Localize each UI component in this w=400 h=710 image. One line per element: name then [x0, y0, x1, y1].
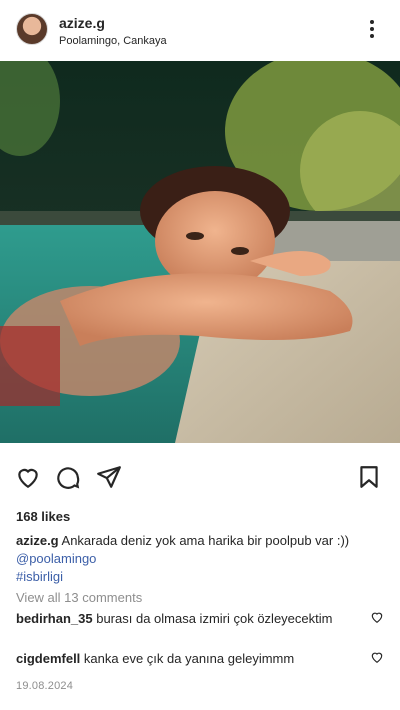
share-icon[interactable] — [96, 464, 122, 490]
comment-icon[interactable] — [55, 464, 81, 490]
comment-text: kanka eve çık da yanına geleyimmm — [83, 651, 295, 666]
heart-icon[interactable] — [15, 464, 41, 490]
comment-heart-icon[interactable] — [370, 610, 384, 624]
post-header: azize.g Poolamingo, Cankaya — [0, 0, 400, 60]
comment-item: bedirhan_35 burası da olmasa izmiri çok … — [16, 610, 356, 628]
hashtag-link[interactable]: #isbirligi — [16, 568, 384, 586]
action-bar — [0, 460, 400, 492]
avatar[interactable] — [16, 13, 48, 45]
mention-link[interactable]: @poolamingo — [16, 550, 384, 568]
comment-heart-icon[interactable] — [370, 650, 384, 664]
caption-username[interactable]: azize.g — [16, 533, 59, 548]
username[interactable]: azize.g — [59, 15, 105, 31]
comment-item: cigdemfell kanka eve çık da yanına geley… — [16, 650, 356, 668]
comment-text: burası da olmasa izmiri çok özleyecektim — [96, 611, 333, 626]
view-all-comments-link[interactable]: View all 13 comments — [16, 590, 142, 605]
caption: azize.g Ankarada deniz yok ama harika bi… — [16, 532, 384, 586]
post-photo[interactable] — [0, 61, 400, 443]
comment-username[interactable]: bedirhan_35 — [16, 611, 93, 626]
comment-username[interactable]: cigdemfell — [16, 651, 80, 666]
more-vertical-icon[interactable] — [360, 17, 384, 41]
location-label[interactable]: Poolamingo, Cankaya — [59, 35, 167, 47]
bookmark-icon[interactable] — [356, 464, 382, 490]
post-date: 19.08.2024 — [16, 680, 74, 692]
likes-count[interactable]: 168 likes — [16, 509, 70, 524]
photo-illustration — [0, 61, 400, 443]
caption-text: Ankarada deniz yok ama harika bir poolpu… — [61, 533, 350, 548]
